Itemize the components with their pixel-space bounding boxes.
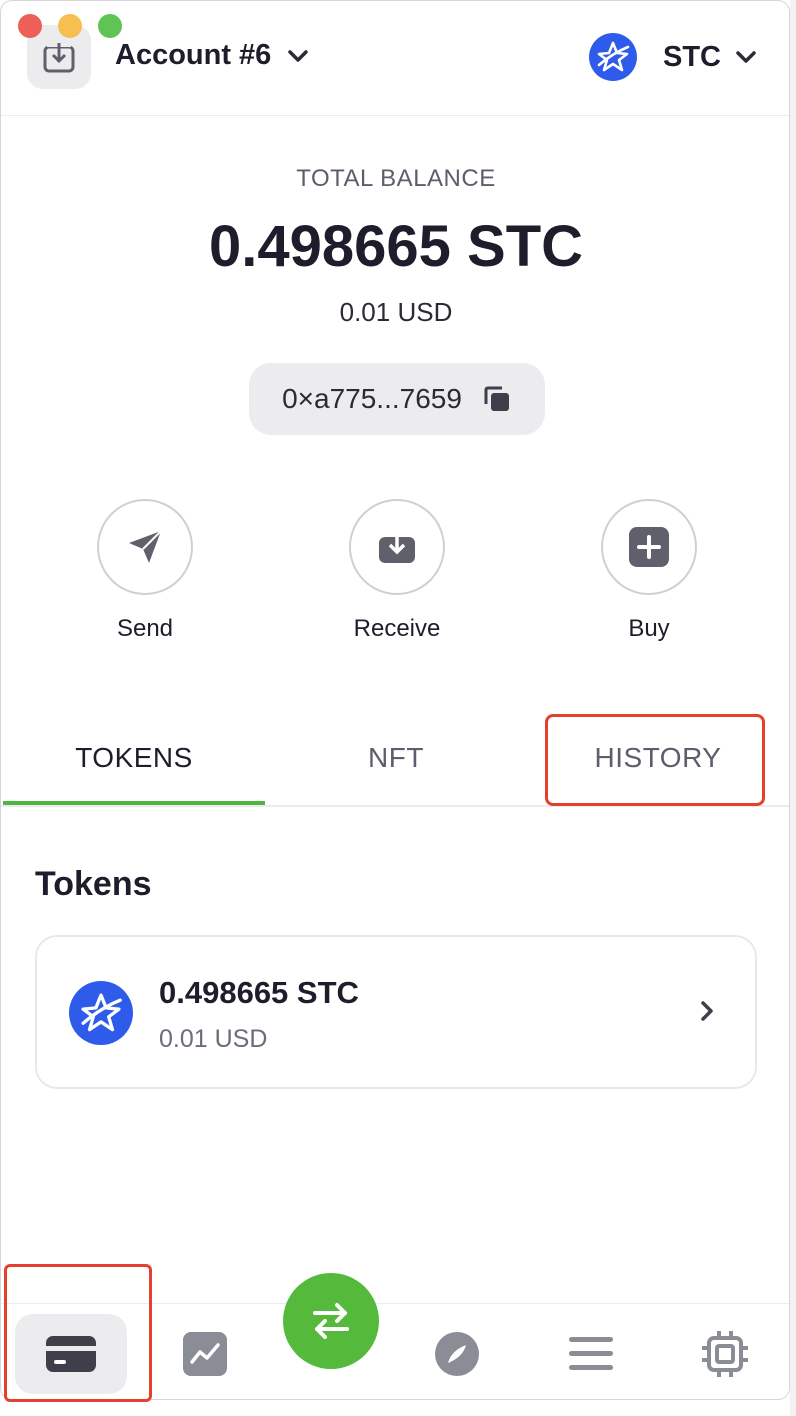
paper-plane-icon bbox=[129, 530, 162, 563]
swap-button[interactable] bbox=[283, 1273, 379, 1369]
wallet-window: Account #6 STC TOTAL BALANCE 0.498665 ST… bbox=[0, 0, 790, 1400]
account-selector[interactable]: Account #6 bbox=[115, 39, 309, 72]
swap-arrows-icon bbox=[313, 1303, 349, 1339]
tokens-section-title: Tokens bbox=[35, 865, 152, 903]
buy-label: Buy bbox=[628, 615, 670, 642]
active-tab-indicator bbox=[3, 801, 265, 805]
nav-settings[interactable] bbox=[669, 1314, 781, 1394]
network-selector[interactable]: STC bbox=[589, 33, 757, 81]
copy-address-button[interactable]: 0×a775...7659 bbox=[249, 363, 545, 435]
receive-button[interactable]: Receive bbox=[327, 499, 467, 643]
tab-tokens[interactable]: TOKENS bbox=[3, 711, 265, 805]
background-strip bbox=[790, 0, 796, 1416]
account-label: Account #6 bbox=[115, 39, 272, 71]
copy-icon bbox=[484, 386, 509, 411]
starcoin-logo-icon bbox=[69, 981, 133, 1045]
total-balance-label: TOTAL BALANCE bbox=[296, 165, 496, 192]
receive-label: Receive bbox=[353, 615, 441, 642]
buy-button[interactable]: Buy bbox=[579, 499, 719, 643]
send-circle bbox=[97, 499, 193, 595]
address-text: 0×a775...7659 bbox=[282, 383, 462, 414]
network-label: STC bbox=[663, 40, 721, 73]
chevron-down-icon bbox=[288, 49, 309, 62]
download-tray-icon bbox=[43, 41, 75, 73]
token-usd-value: 0.01 USD bbox=[159, 1025, 268, 1053]
tab-nft[interactable]: NFT bbox=[265, 711, 527, 805]
chevron-down-icon bbox=[736, 51, 756, 63]
plus-square-icon bbox=[629, 527, 669, 567]
token-row[interactable]: 0.498665 STC 0.01 USD bbox=[35, 935, 757, 1089]
buy-circle bbox=[601, 499, 697, 595]
menu-icon bbox=[569, 1337, 613, 1370]
chip-settings-icon bbox=[702, 1331, 748, 1377]
window-close-button[interactable] bbox=[18, 14, 42, 38]
token-amount: 0.498665 STC bbox=[159, 975, 359, 1010]
send-button[interactable]: Send bbox=[75, 499, 215, 643]
total-balance-usd: 0.01 USD bbox=[339, 297, 453, 327]
wallet-nav-highlight bbox=[4, 1264, 152, 1402]
receive-circle bbox=[349, 499, 445, 595]
total-balance-amount: 0.498665 STC bbox=[208, 214, 584, 279]
nav-menu[interactable] bbox=[535, 1314, 647, 1394]
history-tab-highlight bbox=[545, 714, 765, 806]
starcoin-logo-icon bbox=[589, 33, 637, 81]
send-label: Send bbox=[116, 615, 174, 642]
compass-icon bbox=[435, 1332, 479, 1376]
chart-icon bbox=[183, 1332, 227, 1376]
receive-tray-icon bbox=[379, 533, 415, 563]
nav-market[interactable] bbox=[149, 1314, 261, 1394]
chevron-right-icon bbox=[701, 1001, 713, 1021]
window-minimize-button[interactable] bbox=[58, 14, 82, 38]
nav-explore[interactable] bbox=[401, 1314, 513, 1394]
window-zoom-button[interactable] bbox=[98, 14, 122, 38]
